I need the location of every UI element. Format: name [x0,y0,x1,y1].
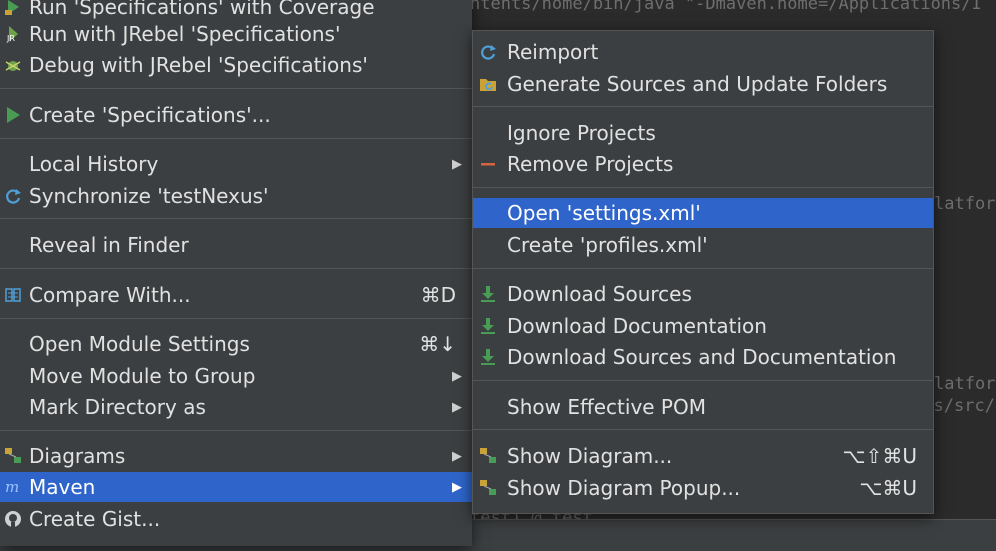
menu-item-local-history[interactable]: Local History ▶ [0,149,472,179]
submenu-arrow-icon: ▶ [452,448,462,464]
menu-item-ignore-projects[interactable]: Ignore Projects [473,118,933,148]
svg-text:JR: JR [6,34,15,43]
menu-item-label: Remove Projects [507,152,674,176]
menu-separator [0,138,472,139]
download-icon [478,284,498,304]
menu-item-label: Show Diagram... [507,444,673,468]
jrebel-run-icon: JR [3,24,23,44]
menu-item-label: Create Gist... [29,507,161,531]
menu-separator [0,218,472,219]
diagram-icon [478,478,498,498]
menu-item-label: Open Module Settings [29,332,250,356]
menu-item-label: Open 'settings.xml' [507,201,701,225]
menu-item-label: Create 'profiles.xml' [507,233,708,257]
shortcut-label: ⌘D [420,283,456,307]
menu-item-label: Debug with JRebel 'Specifications' [29,53,368,77]
menu-separator [0,318,472,319]
menu-item-open-settings-xml[interactable]: Open 'settings.xml' [473,198,933,228]
menu-item-label: Maven [29,475,96,499]
submenu-arrow-icon: ▶ [452,399,462,415]
coverage-icon [3,0,23,17]
generate-icon [478,74,498,94]
menu-item-maven[interactable]: m Maven ▶ [0,472,472,502]
menu-separator [0,88,472,89]
submenu-arrow-icon: ▶ [452,368,462,384]
compare-icon [3,285,23,305]
reimport-icon [478,42,498,62]
sync-icon [3,186,23,206]
download-icon [478,347,498,367]
menu-item-label: Show Effective POM [507,395,706,419]
submenu-arrow-icon: ▶ [452,479,462,495]
menu-item-label: Download Sources and Documentation [507,345,897,369]
menu-item-move-module-to-group[interactable]: Move Module to Group ▶ [0,361,472,391]
menu-item-diagrams[interactable]: Diagrams ▶ [0,441,472,471]
menu-item-label: Show Diagram Popup... [507,476,741,500]
menu-item-download-sources[interactable]: Download Sources [473,279,933,309]
menu-item-compare-with[interactable]: Compare With... ⌘D [0,280,472,310]
menu-item-reveal-in-finder[interactable]: Reveal in Finder [0,230,472,260]
shortcut-label: ⌥⌘U [859,476,917,500]
submenu-arrow-icon: ▶ [452,156,462,172]
menu-item-show-diagram[interactable]: Show Diagram... ⌥⇧⌘U [473,441,933,471]
menu-item-run-with-jrebel[interactable]: JR Run with JRebel 'Specifications' [0,19,472,49]
menu-item-create-specifications[interactable]: Create 'Specifications'... [0,100,472,130]
diagram-icon [478,446,498,466]
menu-item-label: Download Documentation [507,314,767,338]
menu-separator [473,106,933,107]
maven-icon: m [3,477,23,497]
menu-item-reimport[interactable]: Reimport [473,37,933,67]
menu-separator [473,268,933,269]
console-line: latform [934,374,996,394]
menu-item-label: Download Sources [507,282,692,306]
svg-text:m: m [5,478,19,496]
menu-separator [0,268,472,269]
download-icon [478,316,498,336]
menu-item-label: Synchronize 'testNexus' [29,184,269,208]
menu-item-label: Generate Sources and Update Folders [507,72,888,96]
menu-item-label: Run with JRebel 'Specifications' [29,22,341,46]
menu-item-open-module-settings[interactable]: Open Module Settings ⌘↓ [0,329,472,359]
menu-item-label: Reveal in Finder [29,233,189,257]
menu-item-label: Move Module to Group [29,364,256,388]
console-line: ntents/home/bin/java "-Dmaven.home=/Appl… [470,0,982,14]
menu-item-label: Ignore Projects [507,121,656,145]
console-line: latform [934,194,996,214]
menu-item-create-gist[interactable]: Create Gist... [0,504,472,534]
menu-item-label: Local History [29,152,159,176]
maven-submenu: Reimport Generate Sources and Update Fol… [472,30,934,514]
menu-item-label: Diagrams [29,444,126,468]
menu-separator [0,430,472,431]
menu-item-label: Mark Directory as [29,395,206,419]
menu-item-label: Reimport [507,40,599,64]
menu-item-show-diagram-popup[interactable]: Show Diagram Popup... ⌥⌘U [473,473,933,503]
run-triangle-icon [3,105,23,125]
menu-item-show-effective-pom[interactable]: Show Effective POM [473,392,933,422]
jrebel-debug-icon [3,55,23,75]
menu-item-debug-with-jrebel[interactable]: Debug with JRebel 'Specifications' [0,50,472,80]
menu-item-label: Create 'Specifications'... [29,103,271,127]
menu-item-synchronize[interactable]: Synchronize 'testNexus' [0,181,472,211]
project-context-menu: Run 'Specifications' with Coverage JR Ru… [0,0,472,546]
github-icon [3,509,23,529]
menu-item-remove-projects[interactable]: Remove Projects [473,149,933,179]
menu-item-create-profiles-xml[interactable]: Create 'profiles.xml' [473,230,933,260]
shortcut-label: ⌘↓ [419,332,456,356]
diagram-icon [3,446,23,466]
menu-item-label: Compare With... [29,283,191,307]
menu-separator [473,380,933,381]
remove-icon [478,154,498,174]
menu-item-label: Run 'Specifications' with Coverage [29,0,375,19]
menu-separator [473,429,933,430]
menu-separator [473,187,933,188]
menu-item-generate-sources[interactable]: Generate Sources and Update Folders [473,69,933,99]
menu-item-download-documentation[interactable]: Download Documentation [473,311,933,341]
shortcut-label: ⌥⇧⌘U [842,444,917,468]
menu-item-download-sources-and-documentation[interactable]: Download Sources and Documentation [473,342,933,372]
menu-item-mark-directory-as[interactable]: Mark Directory as ▶ [0,392,472,422]
